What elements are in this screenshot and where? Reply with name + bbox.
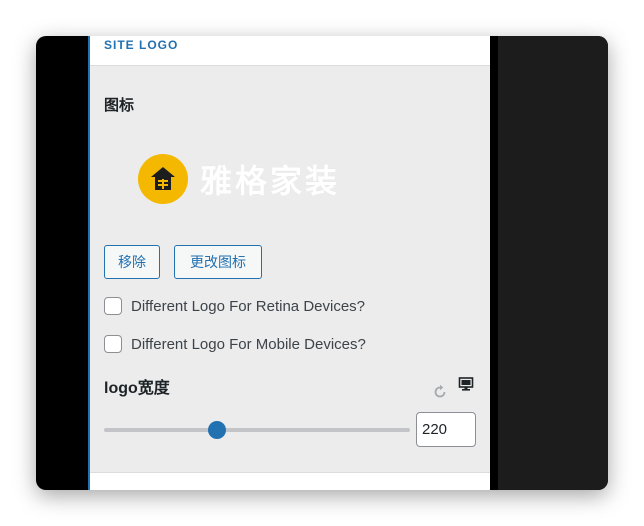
retina-option[interactable]: Different Logo For Retina Devices? (104, 296, 365, 316)
desktop-icon[interactable] (458, 376, 474, 392)
preview-area (498, 36, 608, 490)
house-logo-icon (138, 154, 188, 204)
change-icon-button[interactable]: 更改图标 (174, 245, 262, 279)
logo-preview: 雅格家装 (138, 154, 340, 204)
remove-button[interactable]: 移除 (104, 245, 160, 279)
retina-label: Different Logo For Retina Devices? (131, 297, 366, 315)
logo-width-label: logo宽度 (104, 380, 170, 397)
logo-width-slider[interactable] (104, 420, 410, 440)
section-header[interactable]: SITE LOGO (90, 36, 490, 66)
retina-checkbox[interactable] (104, 297, 122, 315)
logo-width-input[interactable] (416, 412, 476, 447)
mobile-option[interactable]: Different Logo For Mobile Devices? (104, 334, 366, 354)
customizer-panel: SITE LOGO 图标 雅格家装 移除 更改图标 Different Logo… (88, 36, 490, 490)
next-section-header[interactable] (90, 472, 490, 490)
icon-field-label: 图标 (104, 97, 135, 114)
slider-track[interactable] (104, 428, 410, 432)
mobile-checkbox[interactable] (104, 335, 122, 353)
mobile-label: Different Logo For Mobile Devices? (131, 335, 366, 353)
logo-text: 雅格家装 (200, 163, 341, 199)
screen-frame: SITE LOGO 图标 雅格家装 移除 更改图标 Different Logo… (36, 36, 608, 490)
reset-icon[interactable] (432, 384, 448, 400)
slider-thumb[interactable] (208, 421, 227, 439)
section-title: SITE LOGO (104, 38, 179, 52)
